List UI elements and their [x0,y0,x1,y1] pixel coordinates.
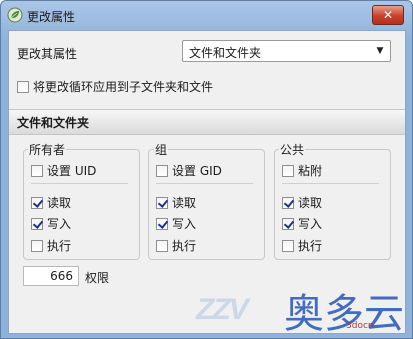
dropdown-arrow-icon[interactable]: ▼ [373,44,387,58]
permissions-input[interactable]: 666 [23,266,79,286]
owner-setuid-checkbox[interactable] [31,164,43,177]
owner-read-option[interactable]: 读取 [31,194,71,211]
public-write-label: 写入 [298,217,323,231]
public-write-option[interactable]: 写入 [282,215,322,232]
public-sticky-label: 粘附 [298,164,323,178]
group-write-option[interactable]: 写入 [156,215,196,232]
watermark: ZZV 奥多云 3docn [196,287,406,337]
apply-to-select[interactable]: 文件和文件夹 ▼ [182,40,391,62]
group-divider [156,183,253,184]
owner-exec-checkbox[interactable] [31,239,43,252]
group-exec-option[interactable]: 执行 [156,237,196,254]
recursive-label: 将更改循环应用到子文件夹和文件 [33,80,214,94]
public-exec-checkbox[interactable] [282,239,294,252]
owner-divider [31,183,128,184]
group-setgid-checkbox[interactable] [156,164,168,177]
change-attributes-label: 更改其属性 [17,47,78,61]
watermark-brand: 奥多云 [284,291,404,337]
owner-read-label: 读取 [47,196,72,210]
public-divider [282,183,379,184]
public-group-label: 公共 [279,141,306,158]
owner-write-checkbox[interactable] [31,217,43,230]
public-read-label: 读取 [298,196,323,210]
section-header: 文件和文件夹 [9,109,405,135]
group-read-label: 读取 [172,196,197,210]
window-title: 更改属性 [27,10,76,24]
owner-setuid-option[interactable]: 设置 UID [31,162,96,179]
public-exec-option[interactable]: 执行 [282,237,322,254]
public-read-option[interactable]: 读取 [282,194,322,211]
group-setgid-option[interactable]: 设置 GID [156,162,222,179]
owner-write-option[interactable]: 写入 [31,215,71,232]
public-read-checkbox[interactable] [282,196,294,209]
group-setgid-label: 设置 GID [172,164,222,178]
owner-group-label: 所有者 [28,141,67,158]
owner-exec-option[interactable]: 执行 [31,237,71,254]
watermark-url: 3docn [346,321,374,331]
recursive-checkbox[interactable] [17,80,29,93]
public-exec-label: 执行 [298,239,323,253]
recursive-option[interactable]: 将更改循环应用到子文件夹和文件 [17,78,213,95]
owner-exec-label: 执行 [47,239,72,253]
public-write-checkbox[interactable] [282,217,294,230]
public-sticky-checkbox[interactable] [282,164,294,177]
section-title: 文件和文件夹 [17,116,90,130]
group-write-label: 写入 [172,217,197,231]
group-group-label: 组 [154,141,169,158]
apply-to-value: 文件和文件夹 [189,46,262,60]
app-leaf-icon [7,7,23,23]
owner-write-label: 写入 [47,217,72,231]
group-exec-label: 执行 [172,239,197,253]
permissions-label: 权限 [85,271,110,285]
group-read-checkbox[interactable] [156,196,168,209]
group-exec-checkbox[interactable] [156,239,168,252]
group-write-checkbox[interactable] [156,217,168,230]
title-bar[interactable]: 更改属性 ✕ [1,1,412,29]
watermark-logo: ZZV [196,293,249,326]
group-read-option[interactable]: 读取 [156,194,196,211]
close-button[interactable]: ✕ [372,5,404,25]
owner-read-checkbox[interactable] [31,196,43,209]
public-sticky-option[interactable]: 粘附 [282,162,322,179]
dialog-window: 更改属性 ✕ 更改其属性 文件和文件夹 ▼ 将更改循环应用到子文件夹和文件 文件… [0,0,413,339]
owner-setuid-label: 设置 UID [47,164,97,178]
